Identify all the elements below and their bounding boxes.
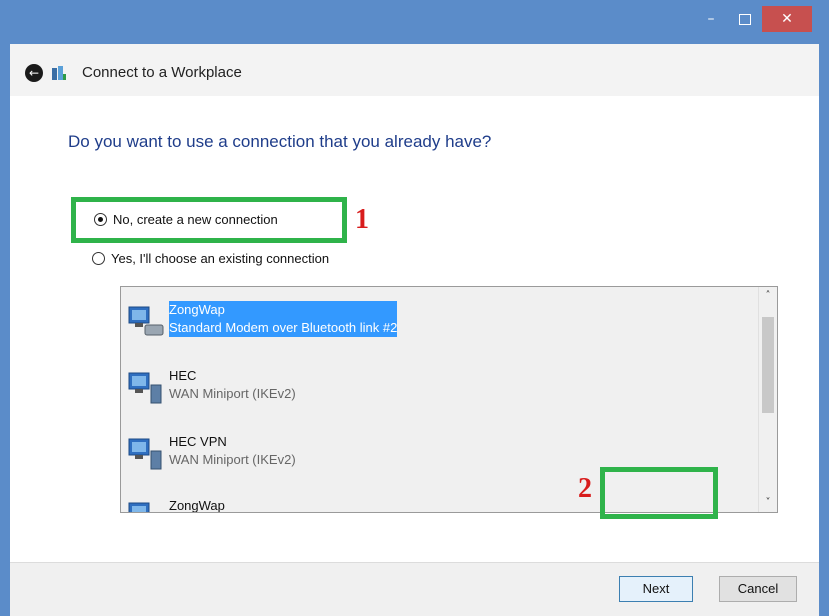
scroll-down-arrow-icon[interactable]: ˅ xyxy=(759,494,777,512)
scroll-up-arrow-icon[interactable]: ˄ xyxy=(759,287,777,305)
close-button[interactable]: ✕ xyxy=(762,6,812,32)
annotation-number: 1 xyxy=(355,204,369,235)
connection-name: HEC xyxy=(169,368,197,383)
modem-connection-icon xyxy=(128,306,164,336)
option-label: No, create a new connection xyxy=(113,212,278,227)
option-existing-connection[interactable]: Yes, I'll choose an existing connection xyxy=(92,251,329,266)
dialog-footer: Next Cancel xyxy=(10,562,819,616)
option-new-connection[interactable]: No, create a new connection xyxy=(94,212,278,227)
radio-button[interactable] xyxy=(92,252,105,265)
maximize-icon xyxy=(739,13,751,25)
cancel-button[interactable]: Cancel xyxy=(719,576,797,602)
annotation-highlight-box xyxy=(600,467,718,519)
vpn-connection-icon xyxy=(128,372,162,404)
workplace-icon xyxy=(52,66,66,80)
maximize-button[interactable] xyxy=(730,6,760,32)
dialog-window: – ✕ ← Connect to a Workplace Do you want… xyxy=(0,0,829,616)
connection-name: HEC VPN xyxy=(169,434,227,449)
connection-text: ZongWap xyxy=(169,497,225,513)
minimize-button[interactable]: – xyxy=(696,6,726,32)
annotation-number: 2 xyxy=(578,473,592,504)
connection-device: Standard Modem over Bluetooth link #2 xyxy=(169,320,398,335)
connection-item[interactable]: HEC WAN Miniport (IKEv2) xyxy=(125,363,755,419)
connection-item[interactable]: ZongWap Standard Modem over Bluetooth li… xyxy=(125,297,755,353)
radio-button-checked[interactable] xyxy=(94,213,107,226)
back-button[interactable]: ← xyxy=(25,64,43,82)
modem-connection-icon xyxy=(128,502,150,512)
connection-name: ZongWap xyxy=(169,498,225,513)
connection-text: HEC VPN WAN Miniport (IKEv2) xyxy=(169,433,296,469)
vertical-scrollbar[interactable]: ˄ ˅ xyxy=(758,287,777,512)
dialog-title: Connect to a Workplace xyxy=(82,64,242,81)
dialog-header: ← Connect to a Workplace xyxy=(10,44,819,96)
scroll-thumb[interactable] xyxy=(762,317,774,413)
page-question: Do you want to use a connection that you… xyxy=(68,132,492,151)
connection-device: WAN Miniport (IKEv2) xyxy=(169,452,296,467)
connection-text: HEC WAN Miniport (IKEv2) xyxy=(169,367,296,403)
connection-device: WAN Miniport (IKEv2) xyxy=(169,386,296,401)
connection-text: ZongWap Standard Modem over Bluetooth li… xyxy=(169,301,398,337)
connection-name: ZongWap xyxy=(169,302,225,317)
option-label: Yes, I'll choose an existing connection xyxy=(111,251,330,266)
title-bar[interactable]: – ✕ xyxy=(0,0,829,44)
next-button[interactable]: Next xyxy=(619,576,693,602)
vpn-connection-icon xyxy=(128,438,162,470)
